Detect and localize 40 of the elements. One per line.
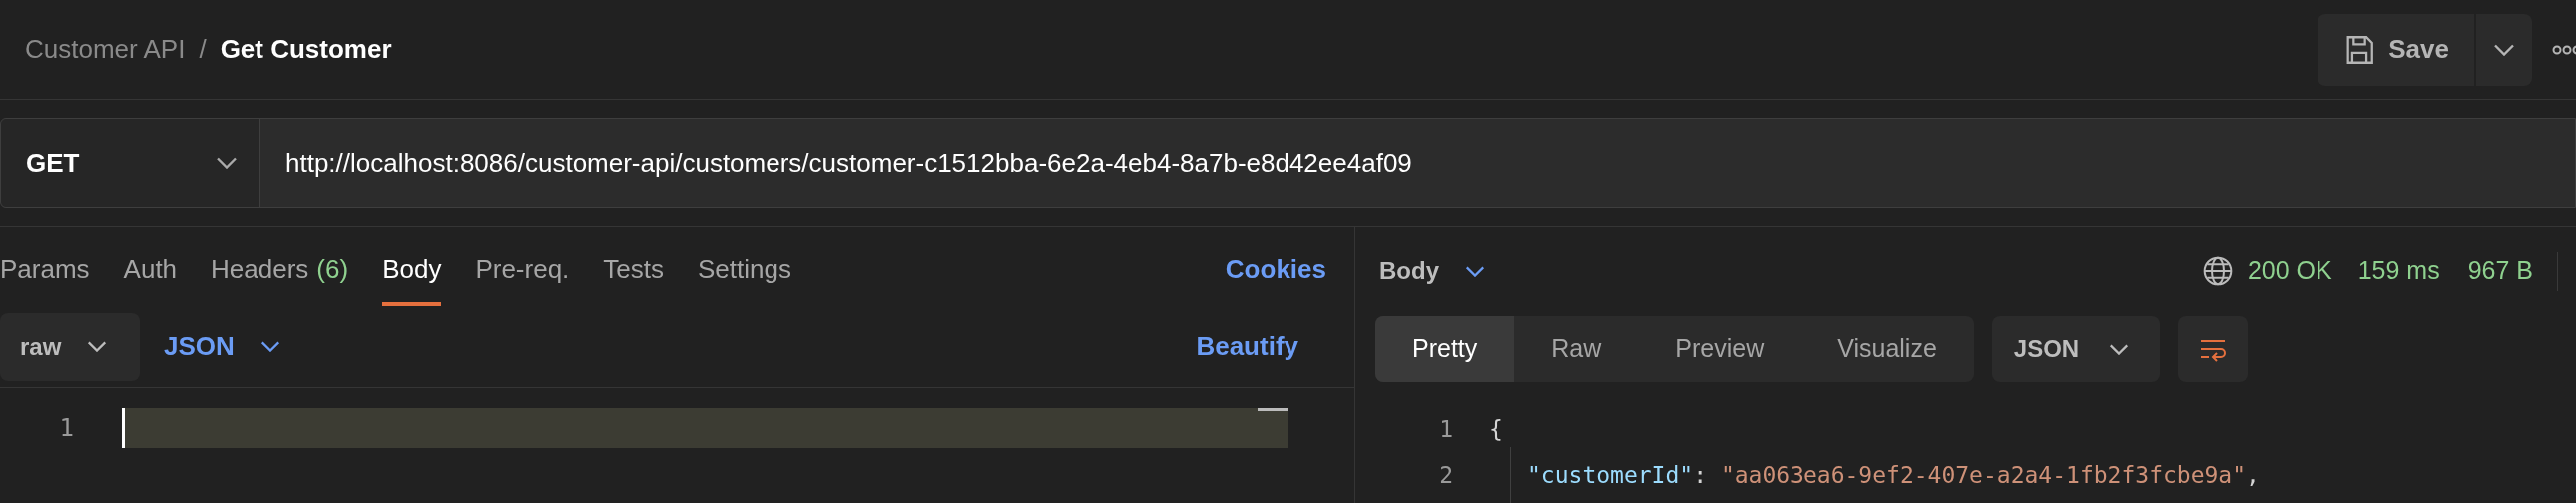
view-tab[interactable]: Pretty: [1375, 316, 1515, 382]
response-size: 967 B: [2467, 255, 2533, 287]
response-section-select[interactable]: Body: [1379, 253, 1485, 289]
response-time: 159 ms: [2357, 255, 2440, 287]
view-tab[interactable]: Visualize: [1801, 316, 1974, 382]
request-tab[interactable]: Body: [382, 237, 442, 306]
beautify-link[interactable]: Beautify: [1196, 327, 1298, 366]
view-tab[interactable]: Preview: [1638, 316, 1802, 382]
request-tab[interactable]: Pre-req.: [475, 237, 570, 306]
save-button[interactable]: Save: [2318, 13, 2474, 86]
chevron-down-icon: [2109, 343, 2130, 355]
more-icon[interactable]: [2552, 43, 2576, 56]
request-tab[interactable]: Headers (6): [211, 237, 349, 306]
chevron-down-icon: [1465, 265, 1485, 277]
request-tab[interactable]: Settings: [698, 237, 791, 306]
body-mode-select[interactable]: raw: [0, 312, 140, 381]
code-editor[interactable]: 1: [0, 408, 1288, 503]
wrap-lines-button[interactable]: [2177, 316, 2248, 382]
breadcrumb-separator: /: [199, 33, 207, 66]
scrollbar-marker: [1258, 408, 1288, 411]
request-tab[interactable]: Params: [0, 237, 90, 306]
format-select[interactable]: JSON: [1991, 316, 2160, 382]
line-number: 1: [1438, 414, 1453, 444]
chevron-down-icon: [259, 341, 280, 352]
line-number: 2: [1438, 460, 1453, 490]
request-tab[interactable]: Tests: [603, 237, 664, 306]
globe-icon[interactable]: [2201, 255, 2234, 287]
code-line: {: [1489, 414, 1503, 444]
header-count: (6): [316, 252, 349, 286]
code-line: "customerId": "aa063ea6-9ef2-407e-a2a4-1fb2f3fcbe9a",: [1526, 460, 2260, 490]
view-tab[interactable]: Raw: [1514, 316, 1639, 382]
line-number: 1: [58, 413, 74, 444]
request-tab[interactable]: Auth: [123, 237, 178, 306]
request-name: Get Customer: [220, 33, 392, 66]
status-code: 200 OK: [2247, 255, 2332, 287]
chevron-down-icon: [2493, 43, 2515, 56]
collection-name[interactable]: Customer API: [25, 30, 186, 69]
chevron-down-icon: [87, 341, 108, 352]
body-language-select[interactable]: JSON: [164, 327, 280, 366]
cookies-link[interactable]: Cookies: [1225, 237, 1326, 306]
